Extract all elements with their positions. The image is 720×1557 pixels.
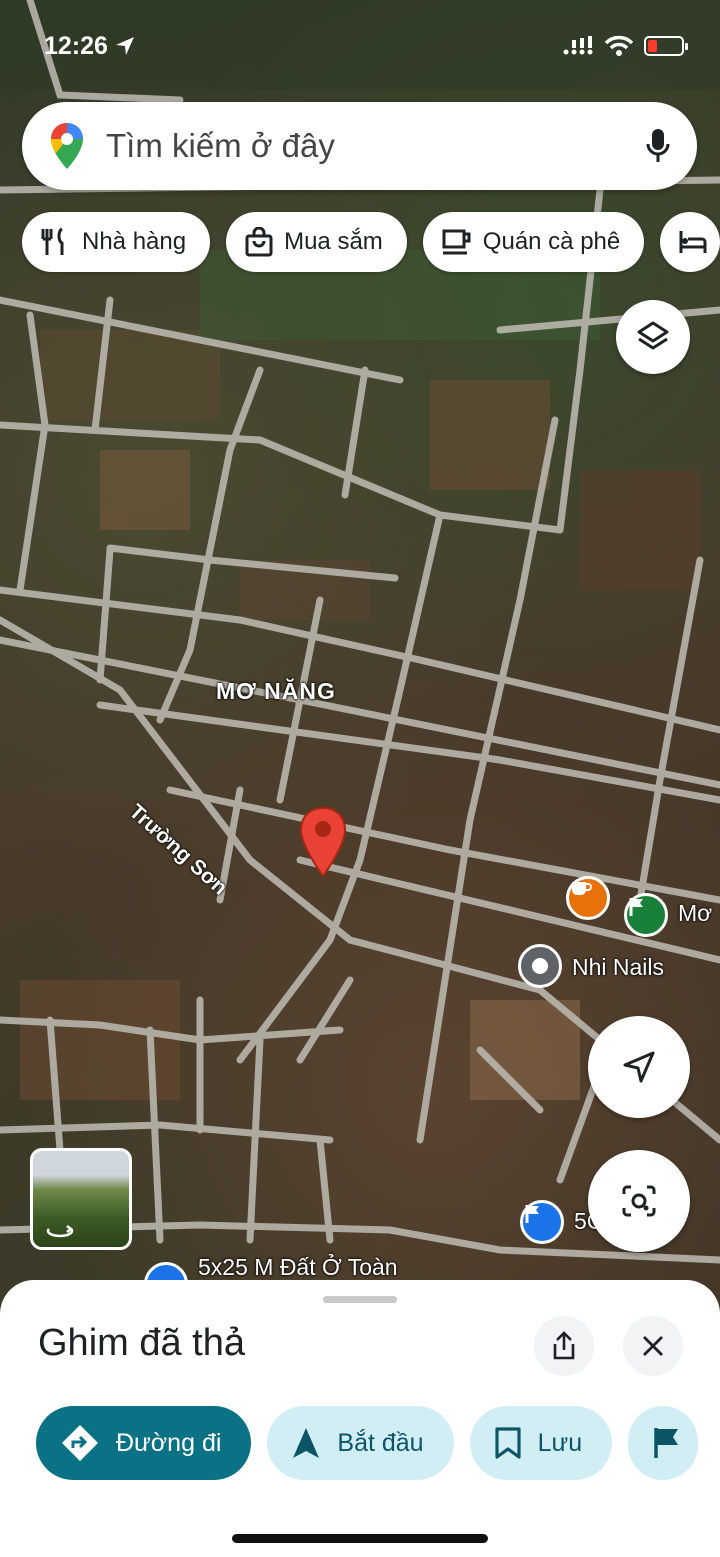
- my-location-button[interactable]: [588, 1016, 690, 1118]
- bed-icon: [679, 231, 707, 253]
- wifi-icon: [604, 35, 634, 56]
- place-bottom-sheet[interactable]: Ghim đã thả Đường đi Bắt đầu Lưu: [0, 1280, 720, 1557]
- share-button[interactable]: [534, 1316, 594, 1376]
- search-bar[interactable]: Tìm kiếm ở đây: [22, 102, 697, 190]
- rotate-360-icon: [46, 1225, 74, 1238]
- clock: 12:26: [44, 31, 108, 60]
- chip-shopping[interactable]: Mua sắm: [226, 212, 407, 272]
- share-icon: [553, 1331, 575, 1360]
- more-action-button[interactable]: [628, 1406, 699, 1480]
- directions-button[interactable]: Đường đi: [36, 1406, 252, 1480]
- bookmark-icon: [494, 1427, 521, 1459]
- action-buttons: Đường đi Bắt đầu Lưu: [36, 1406, 699, 1480]
- location-arrow-icon: [115, 37, 134, 55]
- directions-icon: [62, 1425, 98, 1461]
- status-bar: 12:26: [44, 28, 688, 64]
- close-icon: [643, 1336, 663, 1356]
- cellular-signal-icon: [563, 36, 593, 55]
- home-indicator[interactable]: [232, 1534, 488, 1543]
- navigation-start-icon: [293, 1428, 320, 1458]
- coffee-icon: [442, 229, 471, 255]
- lens-camera-button[interactable]: [588, 1150, 690, 1252]
- place-marker-icon[interactable]: [518, 944, 562, 988]
- chip-label: Mua sắm: [284, 228, 383, 255]
- layers-icon: [637, 321, 669, 350]
- category-chips: Nhà hàng Mua sắm Quán cà phê: [22, 212, 720, 272]
- search-input[interactable]: Tìm kiếm ở đây: [106, 127, 645, 165]
- area-label: MƠ NĂNG: [216, 678, 336, 704]
- microphone-icon[interactable]: [645, 128, 671, 164]
- restaurant-icon: [41, 227, 64, 255]
- shopping-bag-icon: [245, 227, 273, 257]
- poi-label[interactable]: Mơ: [678, 900, 712, 927]
- start-button[interactable]: Bắt đầu: [267, 1406, 454, 1480]
- navigation-arrow-icon: [623, 1051, 655, 1083]
- directions-label: Đường đi: [116, 1428, 222, 1457]
- poi-label[interactable]: 5x25 M Đất Ở Toàn: [198, 1254, 398, 1281]
- save-button[interactable]: Lưu: [469, 1406, 613, 1480]
- flag-icon: [654, 1428, 679, 1458]
- camera-lens-icon: [622, 1185, 656, 1217]
- close-button[interactable]: [623, 1316, 683, 1376]
- chip-label: Quán cà phê: [482, 228, 621, 255]
- start-label: Bắt đầu: [337, 1428, 424, 1457]
- sheet-title: Ghim đã thả: [38, 1322, 245, 1364]
- cafe-marker-icon[interactable]: [566, 876, 610, 920]
- chip-hotels[interactable]: [660, 212, 720, 272]
- poi-flag-green-icon[interactable]: [624, 893, 668, 937]
- drag-handle[interactable]: [323, 1296, 397, 1303]
- chip-label: Nhà hàng: [82, 228, 187, 255]
- chip-restaurants[interactable]: Nhà hàng: [22, 212, 211, 272]
- save-label: Lưu: [537, 1428, 583, 1457]
- battery-icon: [644, 36, 688, 56]
- poi-flag-blue-icon[interactable]: [520, 1200, 564, 1244]
- layers-button[interactable]: [616, 300, 690, 374]
- poi-label[interactable]: Nhi Nails: [572, 954, 664, 981]
- chip-coffee[interactable]: Quán cà phê: [422, 212, 645, 272]
- street-view-thumbnail[interactable]: [30, 1148, 132, 1250]
- google-maps-logo-icon: [51, 123, 83, 169]
